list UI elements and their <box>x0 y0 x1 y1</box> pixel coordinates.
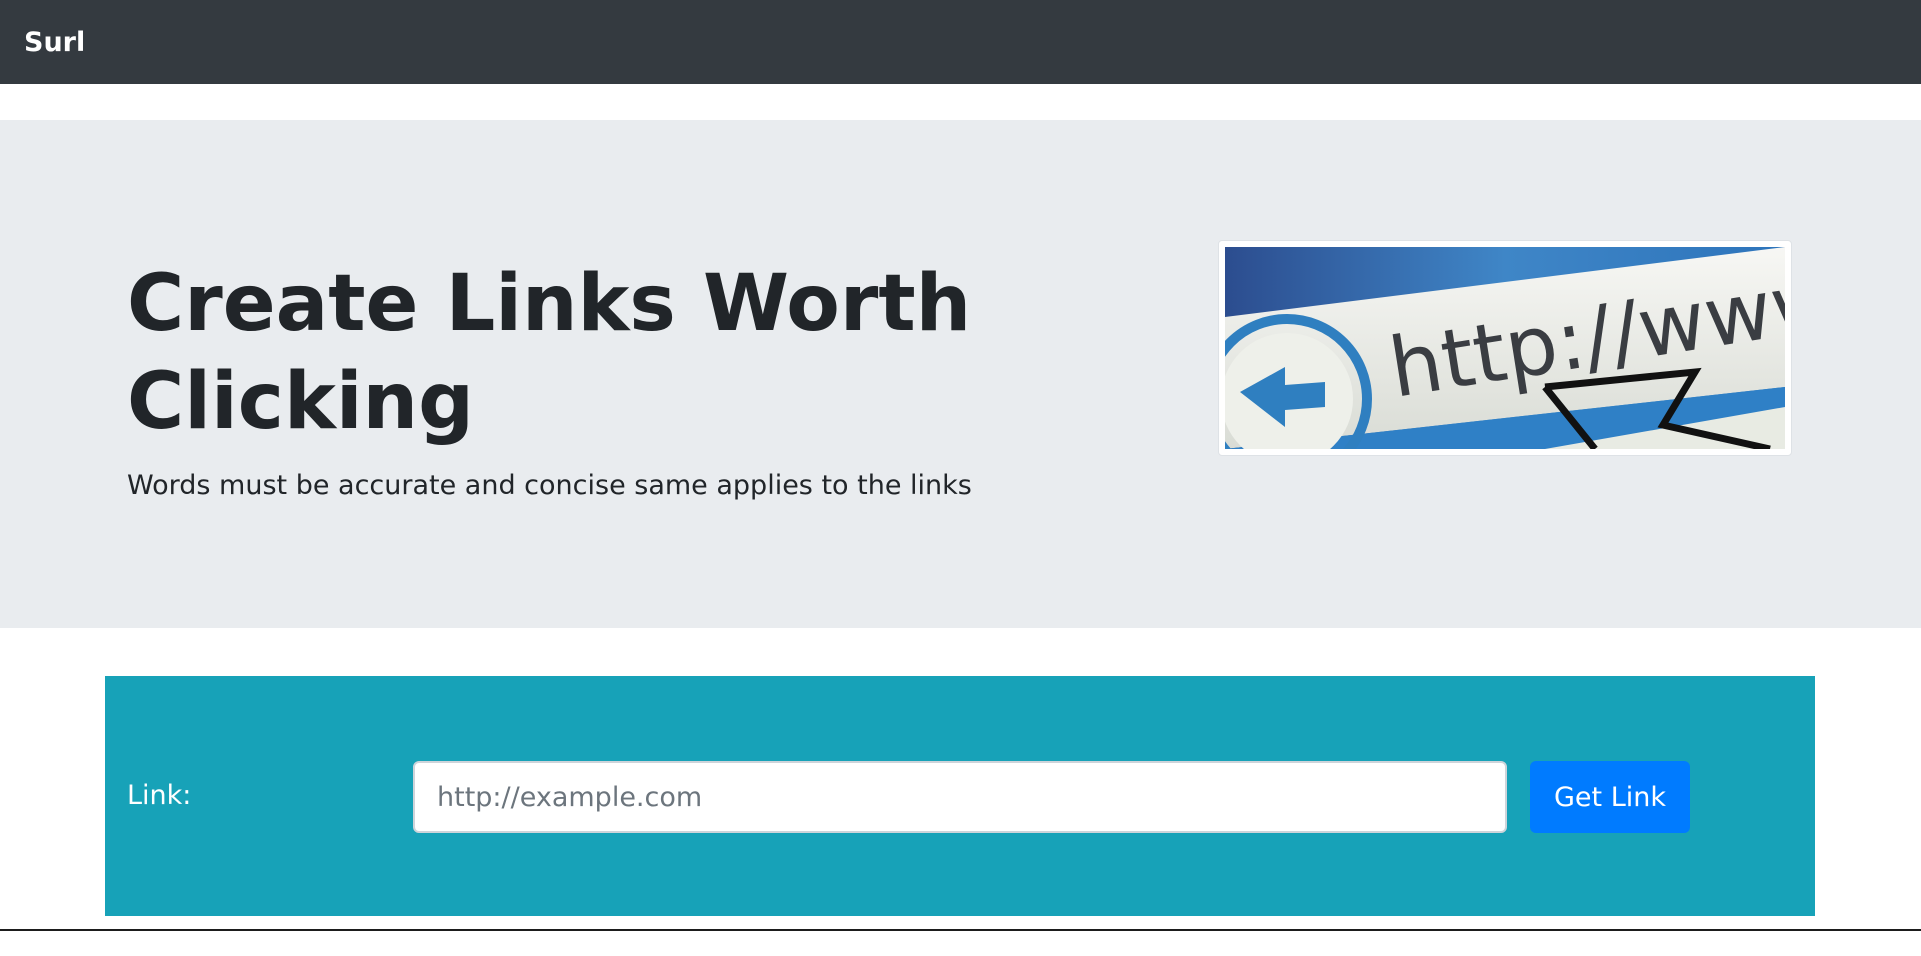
link-label: Link: <box>127 780 192 811</box>
brand-link[interactable]: Surl <box>24 27 85 58</box>
get-link-button[interactable]: Get Link <box>1530 761 1690 833</box>
hero-image: http://www. <box>1218 240 1792 456</box>
url-bar-illustration: http://www. <box>1225 247 1785 449</box>
hero-jumbotron: Create Links Worth Clicking Words must b… <box>0 120 1921 628</box>
link-form-panel: Link: Get Link <box>105 676 1815 916</box>
link-url-input[interactable] <box>413 761 1507 833</box>
page-bottom-divider <box>0 929 1921 931</box>
top-navbar: Surl <box>0 0 1921 84</box>
hero-lead: Words must be accurate and concise same … <box>127 470 972 501</box>
hero-title: Create Links Worth Clicking <box>127 259 972 447</box>
